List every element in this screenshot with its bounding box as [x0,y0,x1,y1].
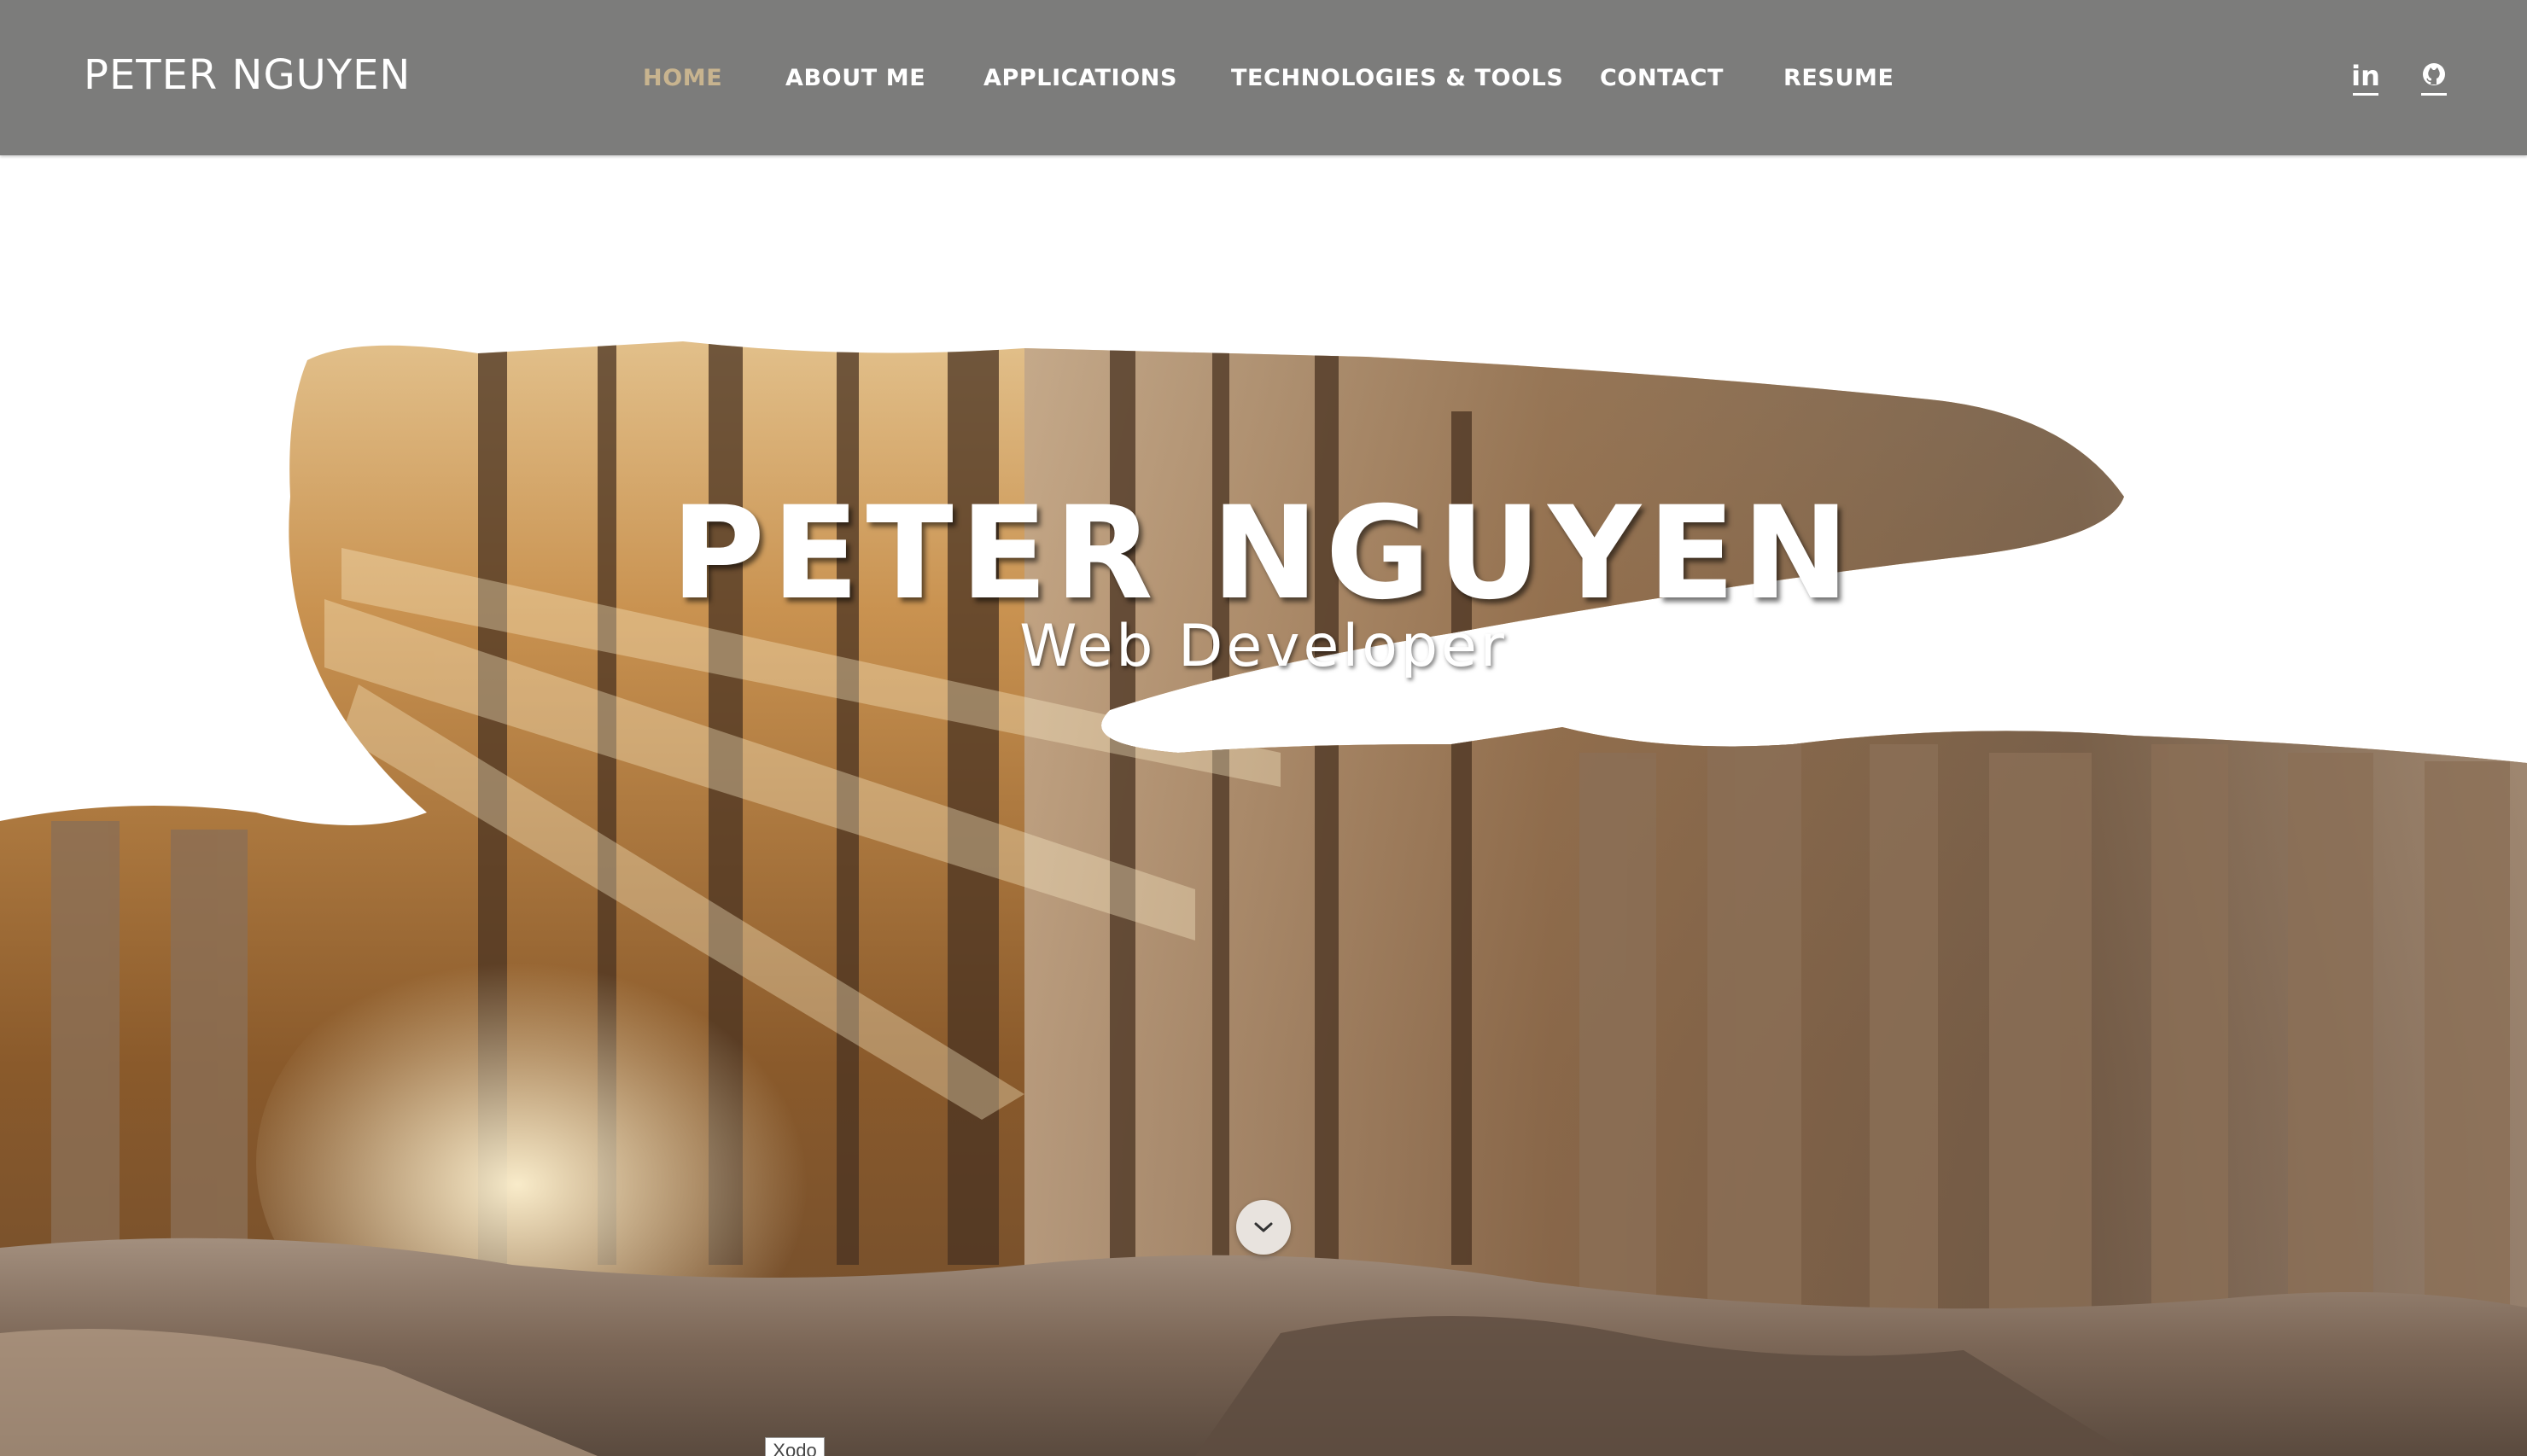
nav-resume[interactable]: RESUME [1783,65,1894,91]
hero-subtitle: Web Developer [1019,613,1508,680]
hero-section: PETER NGUYEN Web Developer Xodo [0,155,2527,1456]
linkedin-link[interactable]: in [2349,60,2382,96]
hero-title: PETER NGUYEN [671,480,1856,628]
nav-about-me[interactable]: ABOUT ME [785,65,925,91]
hero-background-image [0,341,2527,1456]
nav-home[interactable]: HOME [643,65,722,91]
linkedin-underline [2353,93,2378,96]
xodo-tag[interactable]: Xodo [765,1437,825,1456]
nav-technologies-tools[interactable]: TECHNOLOGIES & TOOLS [1231,65,1563,91]
github-underline [2421,93,2447,96]
nav-applications[interactable]: APPLICATIONS [983,65,1177,91]
top-navbar: PETER NGUYEN HOME ABOUT ME APPLICATIONS … [0,0,2527,155]
linkedin-icon: in [2351,60,2380,90]
site-brand[interactable]: PETER NGUYEN [84,51,411,99]
github-icon [2423,63,2445,85]
nav-contact[interactable]: CONTACT [1600,65,1724,91]
chevron-down-icon [1254,1222,1273,1232]
github-link[interactable] [2418,60,2450,96]
scroll-down-button[interactable] [1236,1200,1291,1255]
svg-text:in: in [2351,60,2380,90]
